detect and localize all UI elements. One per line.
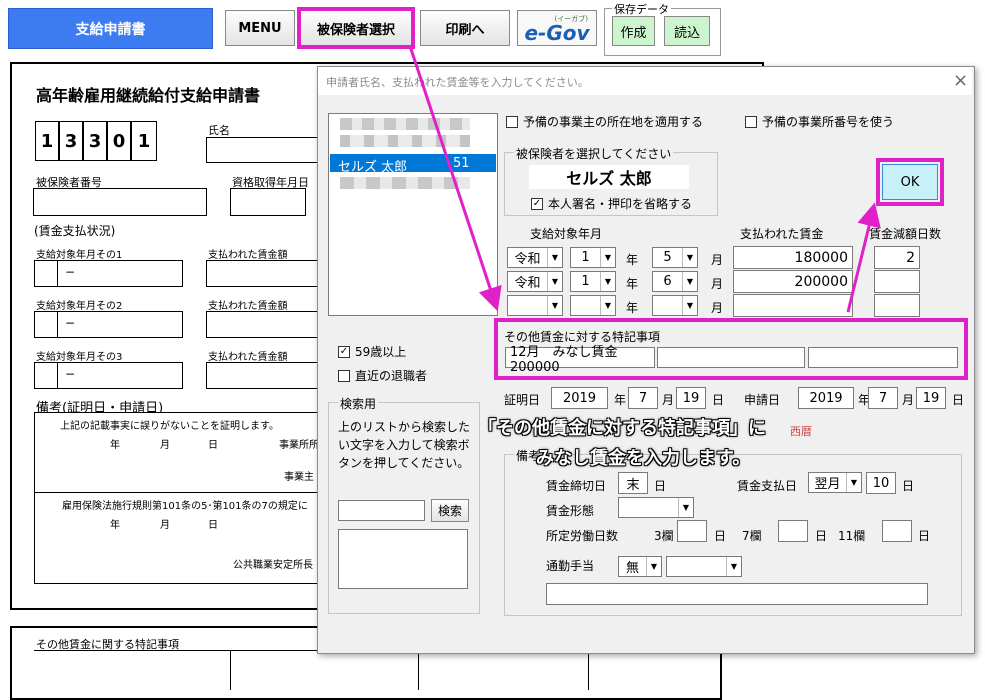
callout-line-2: みなし賃金を入力します。 — [536, 448, 751, 469]
arrow-to-other-wage — [408, 45, 502, 312]
annotation-arrows — [408, 45, 881, 313]
callout-line-1: 「その他賃金に対する特記事項」に — [478, 418, 766, 439]
arrow-to-ok — [846, 202, 881, 313]
